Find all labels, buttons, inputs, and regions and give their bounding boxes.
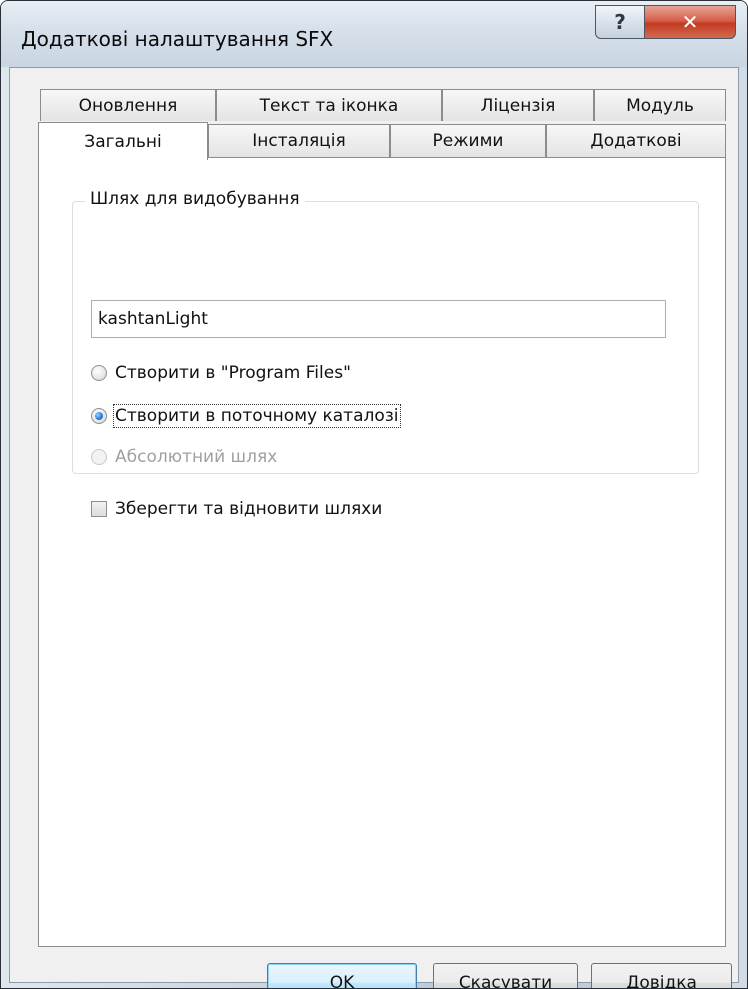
radio-program-files-label: Створити в "Program Files" <box>115 363 351 383</box>
radio-absolute-path: Абсолютний шлях <box>91 443 277 471</box>
tab-panel-general: Шлях для видобування Створити в "Program… <box>38 157 726 947</box>
cancel-button[interactable]: Скасувати <box>433 963 578 988</box>
tab-general[interactable]: Загальні <box>38 122 208 160</box>
tab-advanced[interactable]: Додаткові <box>546 124 726 157</box>
extraction-path-group-title: Шлях для видобування <box>85 189 305 209</box>
radio-absolute-path-label: Абсолютний шлях <box>115 447 278 467</box>
radio-absolute-path-indicator <box>91 449 107 465</box>
save-restore-paths-label: Зберегти та відновити шляхи <box>115 499 383 519</box>
radio-program-files-indicator[interactable] <box>91 365 107 381</box>
question-mark-icon: ? <box>614 10 626 34</box>
radio-current-folder[interactable]: Створити в поточному каталозі <box>91 402 401 430</box>
title-close-button[interactable]: ✕ <box>644 5 736 39</box>
radio-current-folder-indicator[interactable] <box>91 408 107 424</box>
title-bar[interactable]: Додаткові налаштування SFX ? ✕ <box>1 1 747 67</box>
radio-current-folder-label: Створити в поточному каталозі <box>113 404 401 428</box>
help-button[interactable]: Довідка <box>591 963 732 988</box>
tab-modes[interactable]: Режими <box>390 124 546 157</box>
window-title: Додаткові налаштування SFX <box>21 27 334 51</box>
tab-text-and-icon[interactable]: Текст та іконка <box>216 89 442 121</box>
ok-button[interactable]: OK <box>267 963 417 988</box>
dialog-client-area: Оновлення Текст та іконка Ліцензія Модул… <box>9 67 739 988</box>
save-restore-paths-checkbox-row[interactable]: Зберегти та відновити шляхи <box>91 495 382 523</box>
extraction-path-input[interactable] <box>91 300 666 338</box>
radio-program-files[interactable]: Створити в "Program Files" <box>91 359 351 387</box>
tab-license[interactable]: Ліцензія <box>442 89 594 121</box>
close-icon: ✕ <box>681 10 699 34</box>
dialog-window: Додаткові налаштування SFX ? ✕ Оновлення… <box>0 0 748 989</box>
tab-installation[interactable]: Інсталяція <box>208 124 390 157</box>
tab-updates[interactable]: Оновлення <box>40 89 216 121</box>
tab-module[interactable]: Модуль <box>594 89 726 121</box>
title-help-button[interactable]: ? <box>595 5 645 39</box>
save-restore-paths-checkbox[interactable] <box>91 501 107 517</box>
